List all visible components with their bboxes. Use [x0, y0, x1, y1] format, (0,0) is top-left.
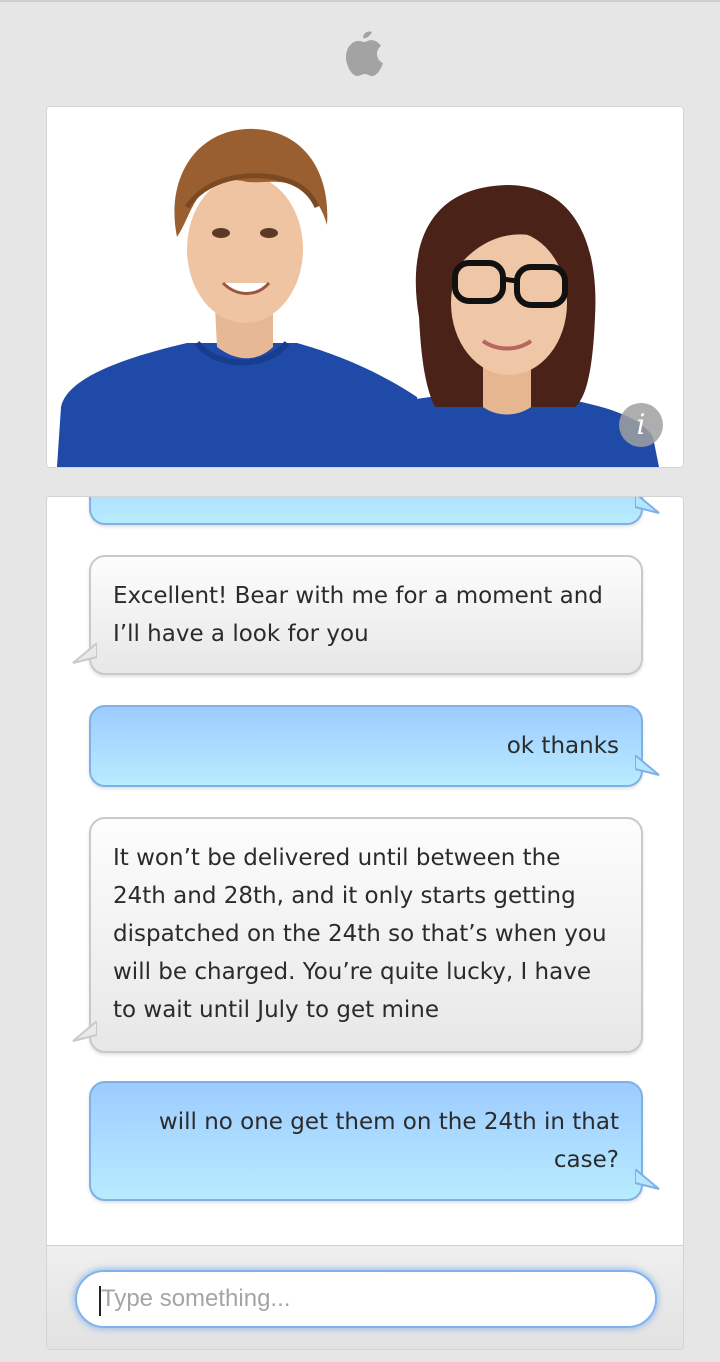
bubble-tail-icon — [635, 1169, 660, 1190]
bubble-tail-icon — [72, 1021, 97, 1042]
message-bubble-agent: Excellent! Bear with me for a moment and… — [72, 555, 643, 675]
bubble-tail-icon — [635, 497, 660, 514]
message-bubble-agent: It won’t be delivered until between the … — [72, 817, 643, 1053]
message-text: Excellent! Bear with me for a moment and… — [113, 583, 603, 647]
info-button[interactable]: i — [619, 403, 663, 447]
message-bubble-user — [89, 497, 660, 525]
bubble-tail-icon — [72, 643, 97, 664]
support-staff-photo — [47, 107, 683, 467]
support-hero-panel: i — [46, 106, 684, 468]
message-bubble-user: ok thanks — [89, 705, 660, 787]
message-input-wrapper[interactable] — [75, 1270, 657, 1328]
message-bubble-user: will no one get them on the 24th in that… — [89, 1081, 660, 1201]
message-input[interactable] — [77, 1272, 655, 1326]
message-text: It won’t be delivered until between the … — [113, 845, 607, 1023]
message-text: will no one get them on the 24th in that… — [158, 1109, 619, 1173]
bubble-tail-icon — [635, 755, 660, 776]
message-text: ok thanks — [506, 733, 619, 759]
message-list[interactable]: Excellent! Bear with me for a moment and… — [47, 497, 683, 1247]
chat-panel: Excellent! Bear with me for a moment and… — [46, 496, 684, 1350]
apple-logo-icon — [346, 31, 383, 76]
message-composer — [47, 1245, 683, 1349]
text-cursor — [99, 1286, 101, 1316]
